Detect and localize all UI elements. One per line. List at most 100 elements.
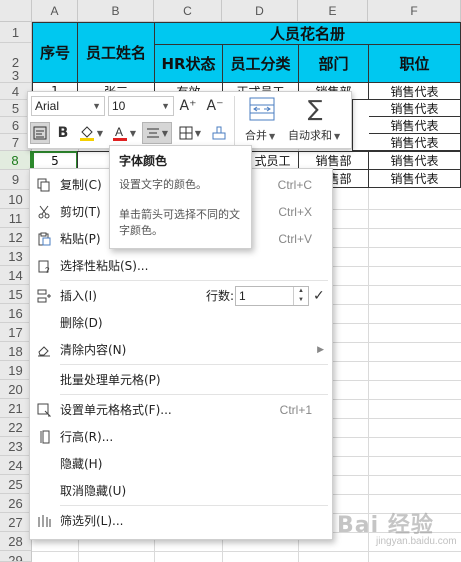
header-cell-name[interactable]: 员工姓名 <box>77 22 155 83</box>
autosum-label[interactable]: 自动求和 ▼ <box>288 127 340 143</box>
fill-color-button[interactable]: ▼ <box>76 122 106 144</box>
header-cell-dept[interactable]: 部门 <box>298 44 369 83</box>
row-header-24[interactable]: 24 <box>0 456 32 475</box>
header-cell-category[interactable]: 员工分类 <box>222 44 299 83</box>
row-header-21[interactable]: 21 <box>0 399 32 418</box>
font-name-select[interactable]: Arial ▼ <box>31 96 105 116</box>
checkmark-icon[interactable]: ✓ <box>313 283 325 309</box>
column-header-b[interactable]: B <box>78 0 154 22</box>
menu-item-delete[interactable]: 删除(D) <box>30 310 332 336</box>
shrink-font-button[interactable]: A⁻ <box>204 95 226 117</box>
menu-item-label: 粘贴(P) <box>60 232 101 246</box>
merge-cells-icon <box>249 97 275 121</box>
submenu-arrow-icon: ▶ <box>317 345 324 355</box>
menu-item-hide[interactable]: 隐藏(H) <box>30 451 332 477</box>
sheet-title-cell[interactable]: 人员花名册 <box>154 22 461 45</box>
menu-item-label: 设置单元格格式(F)... <box>60 403 172 417</box>
row-header-20[interactable]: 20 <box>0 380 32 399</box>
menu-item-label: 复制(C) <box>60 178 102 192</box>
toolbar-divider <box>234 96 235 146</box>
menu-item-label: 行高(R)... <box>60 430 114 444</box>
row-header-19[interactable]: 19 <box>0 361 32 380</box>
borders-button[interactable]: ▼ <box>175 122 205 144</box>
row-header-25[interactable]: 25 <box>0 475 32 494</box>
menu-item-unhide[interactable]: 取消隐藏(U) <box>30 478 332 504</box>
column-header-d[interactable]: D <box>222 0 298 22</box>
cell-f9[interactable]: 销售代表 <box>368 169 461 188</box>
row-header-14[interactable]: 14 <box>0 266 32 285</box>
row-header-29[interactable]: 29 <box>0 551 32 562</box>
menu-item-batch[interactable]: 批量处理单元格(P) <box>30 367 332 393</box>
spin-up-icon[interactable]: ▲ <box>294 287 308 296</box>
row-header-15[interactable]: 15 <box>0 285 32 304</box>
wrap-text-button[interactable] <box>30 122 50 144</box>
menu-item-insert[interactable]: 插入(I) 行数: 1 ▲ ▼ ✓ <box>30 283 332 309</box>
stepper-spin[interactable]: ▲ ▼ <box>293 287 308 305</box>
borders-icon <box>179 126 193 140</box>
format-painter-button[interactable] <box>208 122 230 144</box>
menu-separator <box>60 280 328 281</box>
row-header-1[interactable]: 1 <box>0 22 32 43</box>
font-color-tooltip: 字体颜色 设置文字的颜色。 单击箭头可选择不同的文字颜色。 <box>109 145 252 249</box>
row-header-28[interactable]: 28 <box>0 532 32 551</box>
row-header-9[interactable]: 9 <box>0 170 32 190</box>
grow-font-button[interactable]: A⁺ <box>177 95 199 117</box>
menu-item-label: 选择性粘贴(S)... <box>60 259 149 273</box>
cell-f7[interactable]: 销售代表 <box>368 133 461 151</box>
menu-item-row-height[interactable]: 行高(R)... <box>30 424 332 450</box>
row-header-16[interactable]: 16 <box>0 304 32 323</box>
autosum-button[interactable]: ∑ <box>300 95 330 123</box>
cell-e5-7[interactable] <box>352 99 369 151</box>
menu-item-paste-special[interactable]: ? 选择性粘贴(S)... <box>30 253 332 279</box>
row-header-10[interactable]: 10 <box>0 190 32 209</box>
row-header-27[interactable]: 27 <box>0 513 32 532</box>
shrink-font-icon: A⁻ <box>206 98 224 114</box>
merge-label[interactable]: 合并 ▼ <box>245 127 275 143</box>
mini-format-toolbar: Arial ▼ 10 ▼ A⁺ A⁻ B ▼ A ▼ ▼ ▼ 合并 ▼ ∑ 自动… <box>27 91 352 149</box>
row-header-12[interactable]: 12 <box>0 228 32 247</box>
column-header-a[interactable]: A <box>32 0 78 22</box>
menu-item-filter-columns[interactable]: 筛选列(L)... <box>30 508 332 534</box>
font-size-select[interactable]: 10 ▼ <box>108 96 174 116</box>
row-header-13[interactable]: 13 <box>0 247 32 266</box>
scissors-icon <box>35 203 53 221</box>
column-header-e[interactable]: E <box>298 0 368 22</box>
insert-row-icon <box>35 287 53 305</box>
bold-button[interactable]: B <box>53 122 73 144</box>
rows-count-label: 行数: <box>206 289 235 303</box>
menu-item-label: 筛选列(L)... <box>60 514 124 528</box>
header-cell-seq[interactable]: 序号 <box>32 22 78 83</box>
header-cell-position[interactable]: 职位 <box>368 44 461 83</box>
menu-item-clear[interactable]: 清除内容(N) ▶ <box>30 337 332 363</box>
menu-item-format-cells[interactable]: 设置单元格格式(F)... Ctrl+1 <box>30 397 332 423</box>
column-header-f[interactable]: F <box>368 0 461 22</box>
sigma-icon: ∑ <box>307 96 323 122</box>
format-cells-icon <box>35 401 53 419</box>
row-header-11[interactable]: 11 <box>0 209 32 228</box>
row-header-18[interactable]: 18 <box>0 342 32 361</box>
column-header-c[interactable]: C <box>154 0 222 22</box>
spin-down-icon[interactable]: ▼ <box>294 296 308 305</box>
menu-item-label: 隐藏(H) <box>60 457 103 471</box>
rows-count-stepper[interactable]: 1 ▲ ▼ <box>235 286 309 306</box>
font-color-button[interactable]: A ▼ <box>109 122 139 144</box>
paste-special-icon: ? <box>35 257 53 275</box>
chevron-down-icon: ▼ <box>96 128 104 138</box>
eraser-icon <box>35 341 53 359</box>
cell-f8[interactable]: 销售代表 <box>368 151 461 170</box>
select-all-corner[interactable] <box>0 0 32 22</box>
cell-f6[interactable]: 销售代表 <box>368 116 461 134</box>
grid-line <box>32 551 461 552</box>
row-header-26[interactable]: 26 <box>0 494 32 513</box>
merge-button[interactable] <box>242 95 282 123</box>
row-header-3[interactable]: 3 <box>0 68 32 83</box>
cell-f5[interactable]: 销售代表 <box>368 99 461 117</box>
align-center-button[interactable]: ▼ <box>142 122 172 144</box>
row-header-8[interactable]: 8 <box>0 151 32 170</box>
row-header-17[interactable]: 17 <box>0 323 32 342</box>
font-size-value: 10 <box>112 99 126 113</box>
row-header-23[interactable]: 23 <box>0 437 32 456</box>
row-header-22[interactable]: 22 <box>0 418 32 437</box>
cell-f4[interactable]: 销售代表 <box>368 82 461 100</box>
header-cell-hr-status[interactable]: HR状态 <box>154 44 223 83</box>
